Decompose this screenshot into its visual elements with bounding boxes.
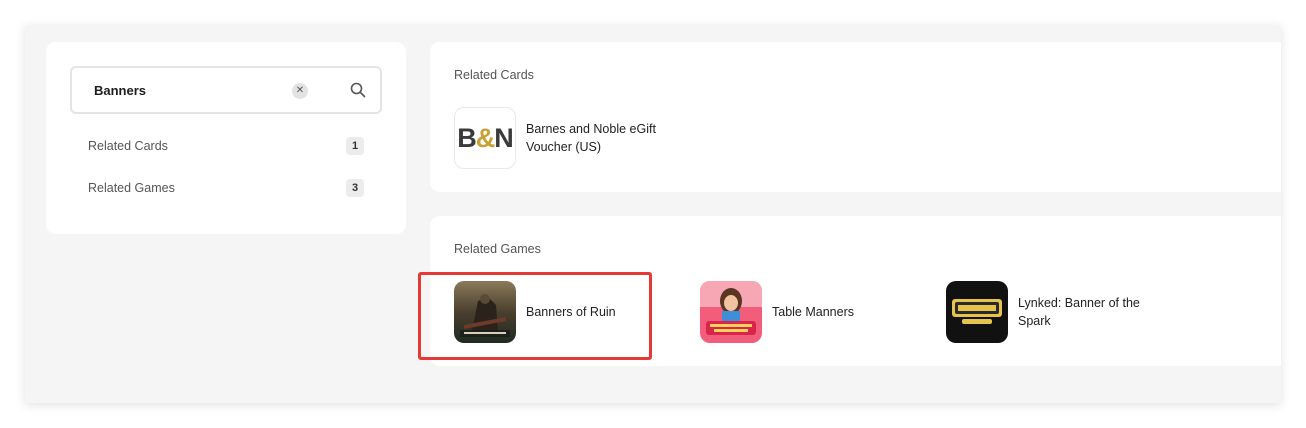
related-games-panel: Related Games Banners of Ruin Table Mann… <box>418 216 1281 366</box>
app-frame: Banners ✕ Related Cards 1 Related Games … <box>25 25 1281 403</box>
sidebar-item-related-games[interactable]: Related Games 3 <box>88 178 364 198</box>
table-manners-thumbnail <box>700 281 762 343</box>
search-icon[interactable] <box>348 80 368 100</box>
section-title: Related Games <box>454 242 541 256</box>
sidebar-item-related-cards[interactable]: Related Cards 1 <box>88 136 364 156</box>
card-item-barnes-noble[interactable]: B & N Barnes and Noble eGift Voucher (US) <box>454 107 676 169</box>
count-badge: 3 <box>346 179 364 197</box>
logo-letter: B <box>457 122 476 153</box>
search-sidebar: Banners ✕ Related Cards 1 Related Games … <box>46 42 406 234</box>
barnes-noble-logo: B & N <box>454 107 516 169</box>
clear-icon[interactable]: ✕ <box>292 83 308 99</box>
logo-letter: N <box>494 122 513 153</box>
game-item-table-manners[interactable]: Table Manners <box>700 281 922 343</box>
selection-highlight <box>418 272 652 360</box>
lynked-thumbnail <box>946 281 1008 343</box>
game-item-banners-of-ruin[interactable]: Banners of Ruin <box>418 272 676 360</box>
game-name: Lynked: Banner of the Spark <box>1018 296 1140 328</box>
related-cards-panel: Related Cards B & N Barnes and Noble eGift… <box>430 42 1281 192</box>
section-title: Related Cards <box>454 68 534 82</box>
sidebar-item-label: Related Games <box>88 181 175 195</box>
game-item-lynked[interactable]: Lynked: Banner of the Spark <box>946 281 1168 343</box>
sidebar-item-label: Related Cards <box>88 139 168 153</box>
count-badge: 1 <box>346 137 364 155</box>
logo-ampersand: & <box>475 122 495 153</box>
search-query[interactable]: Banners <box>94 83 146 98</box>
game-name: Table Manners <box>772 305 854 319</box>
card-name: Barnes and Noble eGift Voucher (US) <box>526 122 656 154</box>
search-input[interactable]: Banners ✕ <box>70 66 382 114</box>
